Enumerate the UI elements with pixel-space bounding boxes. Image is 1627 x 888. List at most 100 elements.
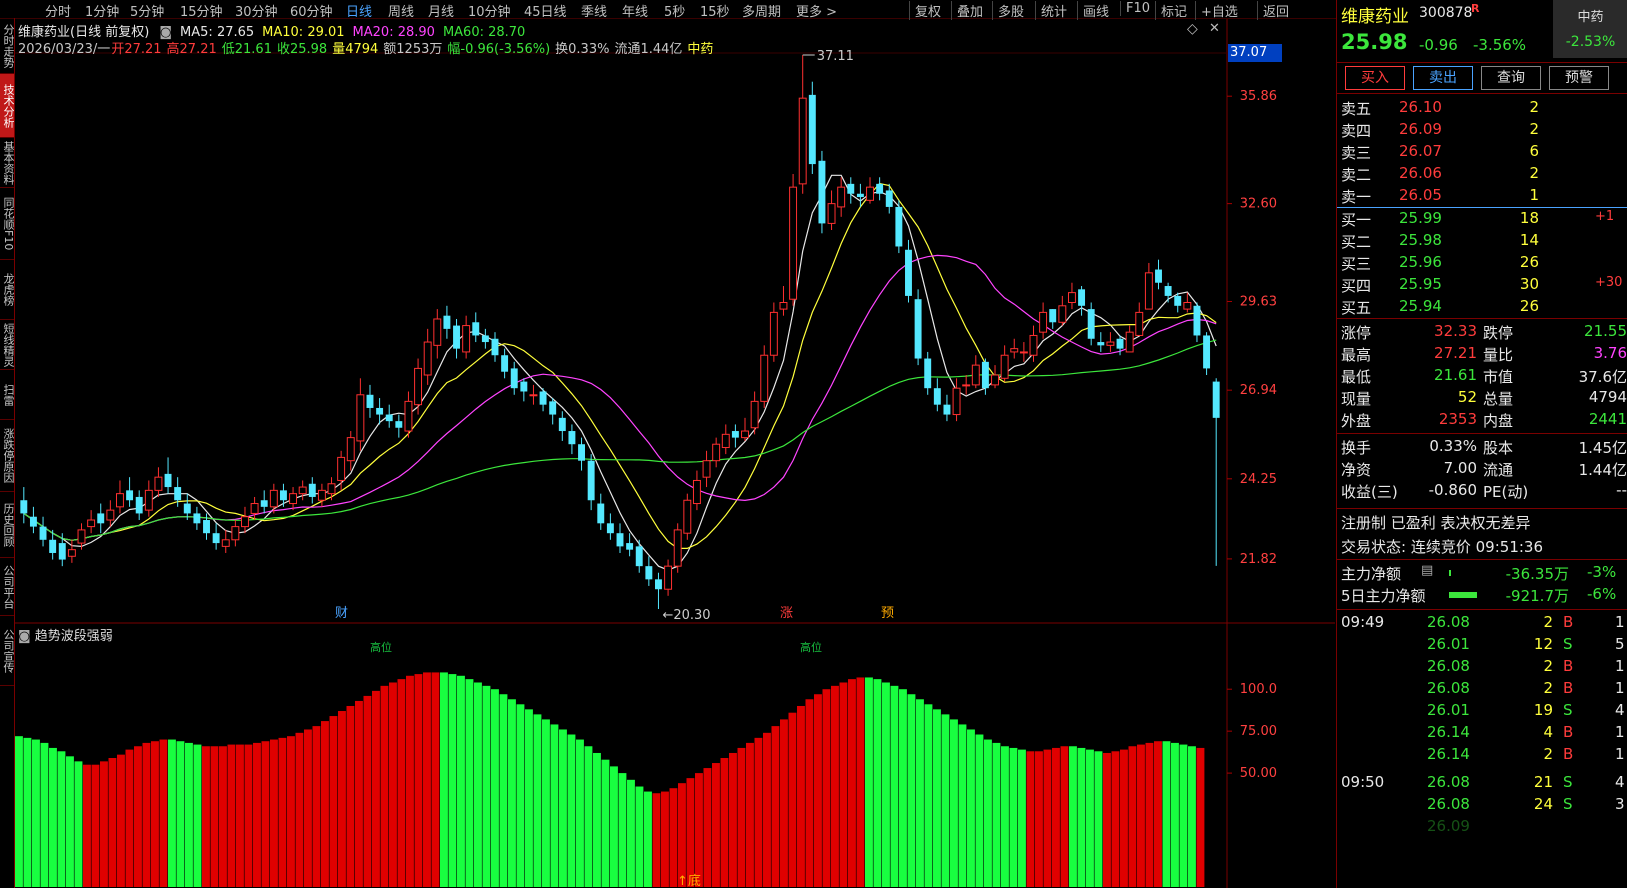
candle[interactable] <box>683 493 692 540</box>
candle[interactable] <box>433 309 442 359</box>
candle[interactable] <box>827 190 836 230</box>
candle[interactable] <box>808 81 816 174</box>
tick-row[interactable]: 26.08 2 B 1 <box>1337 678 1627 700</box>
diamond-icon[interactable]: ◇ <box>1187 21 1198 37</box>
candle[interactable] <box>606 513 614 540</box>
candle[interactable] <box>356 378 365 451</box>
left-tab-9[interactable]: 公司平台 <box>0 558 14 616</box>
period-tab-14[interactable]: 15秒 <box>700 1 730 20</box>
query-button[interactable]: 查询 <box>1481 66 1541 90</box>
left-tab-2[interactable]: 基本资料 <box>0 138 14 188</box>
candle[interactable] <box>635 539 643 573</box>
candle[interactable] <box>241 506 249 534</box>
candle[interactable] <box>298 480 307 501</box>
candle[interactable] <box>818 150 826 234</box>
tick-row[interactable]: 26.08 2 B 1 <box>1337 656 1627 678</box>
period-tab-6[interactable]: 日线 <box>346 1 372 20</box>
left-tab-1[interactable]: 技术分析 <box>0 74 14 138</box>
candle[interactable] <box>1058 295 1067 326</box>
candle[interactable] <box>423 328 432 385</box>
candle[interactable] <box>692 470 701 511</box>
candle[interactable] <box>472 312 480 343</box>
tick-row[interactable]: 26.01 12 S 5 <box>1337 634 1627 656</box>
candle[interactable] <box>626 533 634 557</box>
candle[interactable] <box>702 450 711 488</box>
left-tab-7[interactable]: 涨跌停原因 <box>0 420 14 492</box>
left-tab-0[interactable]: 分时走势 <box>0 18 14 74</box>
candle[interactable] <box>327 477 336 501</box>
candle[interactable] <box>510 361 518 395</box>
candle[interactable] <box>1144 262 1153 310</box>
period-tab-9[interactable]: 10分钟 <box>468 1 511 20</box>
left-tab-10[interactable]: 公司宣传 <box>0 616 14 686</box>
candle[interactable] <box>876 177 884 201</box>
candle[interactable] <box>1087 302 1095 346</box>
candle[interactable] <box>905 239 912 303</box>
candle[interactable] <box>164 457 172 494</box>
alert-button[interactable]: 预警 <box>1549 66 1609 90</box>
candle[interactable] <box>462 315 471 359</box>
tool-button-2[interactable]: 多股 <box>992 1 1024 20</box>
candle[interactable] <box>866 177 874 204</box>
candle[interactable] <box>260 490 268 514</box>
tick-row[interactable]: 26.14 2 B 1 <box>1337 744 1627 766</box>
ask-row[interactable]: 卖一 26.05 1 <box>1337 185 1627 207</box>
candle[interactable] <box>789 173 798 306</box>
candle[interactable] <box>914 289 922 366</box>
candle[interactable] <box>279 483 287 507</box>
candle[interactable] <box>933 378 941 412</box>
candle[interactable] <box>269 483 278 514</box>
candle[interactable] <box>366 384 374 418</box>
tick-row[interactable]: 26.01 19 S 4 <box>1337 700 1627 722</box>
left-tab-4[interactable]: 龙虎榜 <box>0 260 14 320</box>
candle[interactable] <box>1049 309 1057 329</box>
period-tab-16[interactable]: 更多 > <box>796 1 837 20</box>
candle[interactable] <box>346 431 355 471</box>
candle[interactable] <box>404 391 413 438</box>
candle[interactable] <box>1135 302 1144 336</box>
candle[interactable] <box>193 506 201 530</box>
candle[interactable] <box>20 487 28 524</box>
bid-row[interactable]: 买一 25.99 18 +1 <box>1337 208 1627 230</box>
candle[interactable] <box>1039 302 1048 339</box>
tick-row[interactable]: 26.14 4 B 1 <box>1337 722 1627 744</box>
candle[interactable] <box>971 355 980 389</box>
close-icon[interactable]: ✕ <box>1209 21 1220 36</box>
chart-area[interactable]: 35.86 32.60 29.63 26.94 24.25 21.82 37.11 ←20.3… <box>15 19 1335 888</box>
tick-row[interactable]: 26.09 <box>1337 816 1627 838</box>
candle[interactable] <box>308 477 316 504</box>
candle[interactable] <box>1193 302 1201 343</box>
period-tab-2[interactable]: 5分钟 <box>130 1 164 20</box>
left-tab-8[interactable]: 历史回顾 <box>0 492 14 558</box>
candle[interactable] <box>779 286 788 316</box>
ask-row[interactable]: 卖三 26.07 6 <box>1337 141 1627 163</box>
period-tab-1[interactable]: 1分钟 <box>85 1 119 20</box>
candle[interactable] <box>144 480 153 517</box>
candle[interactable] <box>731 424 739 448</box>
candle[interactable] <box>943 394 951 422</box>
candle[interactable] <box>1019 342 1028 362</box>
period-tab-10[interactable]: 45日线 <box>524 1 567 20</box>
buy-button[interactable]: 买入 <box>1345 66 1405 90</box>
tool-button-1[interactable]: 叠加 <box>951 1 983 20</box>
candle[interactable] <box>221 529 230 553</box>
tool-button-6[interactable]: 标记 <box>1155 1 1187 20</box>
candle[interactable] <box>895 200 903 254</box>
tick-row[interactable]: 26.08 24 S 3 <box>1337 794 1627 816</box>
candle[interactable] <box>1078 286 1086 316</box>
tool-button-7[interactable]: +自选 <box>1195 1 1238 20</box>
bid-row[interactable]: 买四 25.95 30 +30 <box>1337 274 1627 296</box>
list-icon[interactable]: ▤ <box>1421 563 1433 578</box>
period-tab-11[interactable]: 季线 <box>581 1 607 20</box>
candle[interactable] <box>750 391 759 435</box>
candle[interactable] <box>962 375 971 395</box>
candle[interactable] <box>549 398 557 425</box>
candle[interactable] <box>414 358 423 415</box>
candle[interactable] <box>712 437 721 468</box>
period-tab-3[interactable]: 15分钟 <box>180 1 223 20</box>
ask-row[interactable]: 卖四 26.09 2 <box>1337 119 1627 141</box>
candle[interactable] <box>991 365 999 389</box>
candle[interactable] <box>385 404 393 428</box>
indicator-title-row[interactable]: ◙ 趋势波段强弱 <box>18 625 113 644</box>
candle[interactable] <box>578 437 585 471</box>
